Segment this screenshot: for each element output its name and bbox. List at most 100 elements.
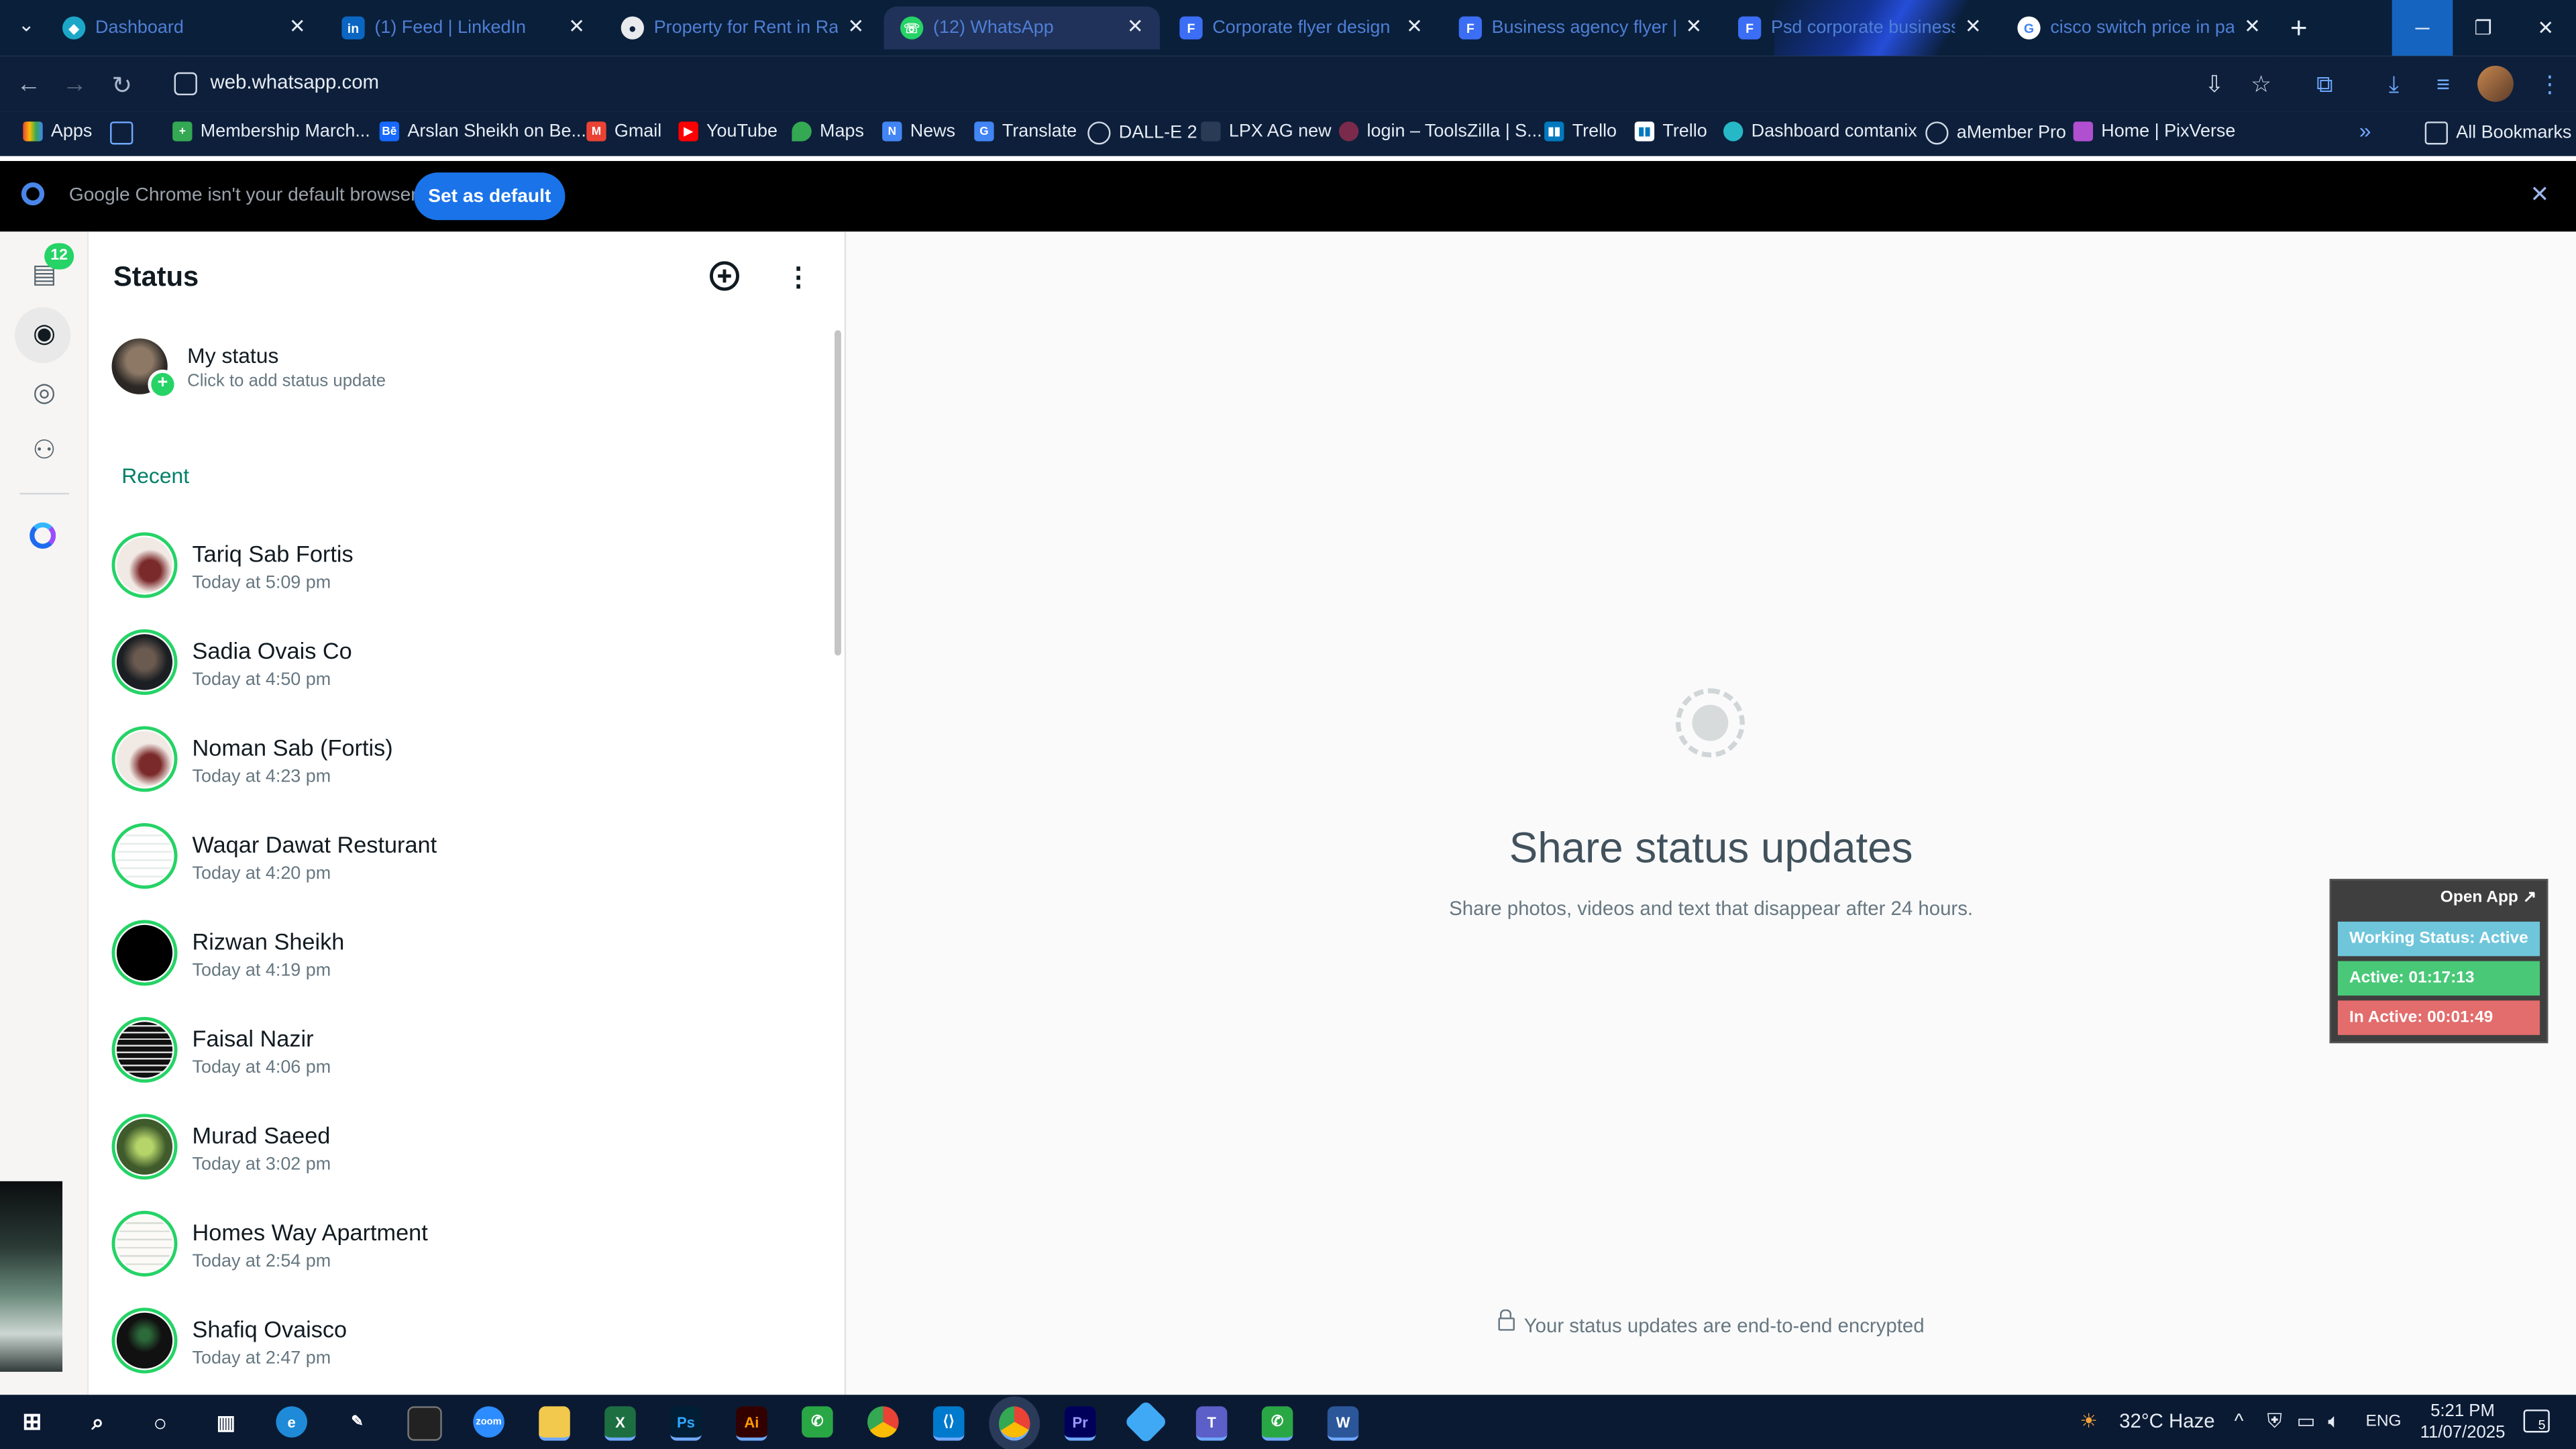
- bookmark-translate[interactable]: G Translate: [974, 121, 1077, 142]
- status-list-item[interactable]: Shafiq Ovaisco Today at 2:47 pm: [111, 1307, 802, 1395]
- bookmark-grid[interactable]: [110, 121, 142, 145]
- excel-icon[interactable]: X: [604, 1406, 636, 1441]
- task-view-icon[interactable]: ▥: [210, 1406, 241, 1438]
- photoshop-icon[interactable]: Ps: [670, 1406, 702, 1441]
- premiere-icon[interactable]: Pr: [1064, 1406, 1096, 1441]
- tray-chevron-icon[interactable]: ^: [2235, 1409, 2244, 1432]
- tab-close-icon[interactable]: ✕: [1406, 15, 1423, 38]
- weather-icon[interactable]: ☀: [2080, 1409, 2097, 1432]
- tab-cisco-search[interactable]: G cisco switch price in paki ✕: [2001, 7, 2277, 50]
- tab-business-agency-flyer[interactable]: F Business agency flyer | Pr ✕: [1442, 7, 1718, 50]
- chrome-menu-icon[interactable]: ⋮: [2538, 70, 2561, 99]
- tab-close-icon[interactable]: ✕: [1686, 15, 1703, 38]
- tab-psd-corporate[interactable]: F Psd corporate business fl ✕: [1722, 7, 1998, 50]
- tab-search-dropdown-icon[interactable]: ⌄: [10, 13, 43, 43]
- status-list-item[interactable]: Noman Sab (Fortis) Today at 4:23 pm: [111, 726, 802, 821]
- network-icon[interactable]: ▭: [2297, 1409, 2316, 1432]
- profile-avatar[interactable]: [2477, 65, 2514, 102]
- infobar-close-icon[interactable]: ✕: [2530, 180, 2549, 209]
- my-status-row[interactable]: + My status Click to add status update: [111, 335, 802, 401]
- close-window-icon[interactable]: ✕: [2515, 0, 2576, 56]
- bookmark-maps[interactable]: Maps: [792, 121, 864, 142]
- extensions-icon[interactable]: ⧉: [2316, 70, 2332, 99]
- back-arrow-icon[interactable]: ←: [16, 70, 41, 99]
- tab-close-icon[interactable]: ✕: [2244, 15, 2261, 38]
- tray-app-icon[interactable]: ⛨: [2267, 1409, 2282, 1434]
- illustrator-icon[interactable]: Ai: [736, 1406, 767, 1441]
- status-list-item[interactable]: Waqar Dawat Resturant Today at 4:20 pm: [111, 822, 802, 918]
- vscode-icon[interactable]: ⟨⟩: [933, 1406, 965, 1441]
- notifications-icon[interactable]: 5: [2523, 1409, 2550, 1433]
- whatsapp-desktop-icon[interactable]: ✆: [802, 1406, 833, 1438]
- tab-dashboard[interactable]: ◆ Dashboard ✕: [46, 7, 322, 50]
- status-list-item[interactable]: Rizwan Sheikh Today at 4:19 pm: [111, 920, 802, 1015]
- bookmark-comtanix[interactable]: Dashboard comtanix: [1723, 121, 1917, 142]
- terminal-icon[interactable]: [407, 1406, 442, 1441]
- bookmark-behance[interactable]: Bē Arslan Sheikh on Be...: [379, 121, 586, 142]
- system-clock[interactable]: 5:21 PM 11/07/2025: [2414, 1401, 2512, 1444]
- word-icon[interactable]: W: [1327, 1406, 1359, 1441]
- restore-icon[interactable]: ❐: [2453, 0, 2514, 56]
- bookmark-membership[interactable]: + Membership March...: [172, 121, 370, 142]
- all-bookmarks-folder[interactable]: All Bookmarks: [2424, 121, 2571, 145]
- downloads-icon[interactable]: ⤓: [2389, 70, 2399, 99]
- add-status-icon[interactable]: [709, 261, 740, 291]
- open-app-link[interactable]: Open App ↗: [2440, 889, 2536, 907]
- chrome-active-icon[interactable]: [989, 1396, 1040, 1449]
- tab-linkedin[interactable]: in (1) Feed | LinkedIn ✕: [325, 7, 601, 50]
- bookmark-youtube[interactable]: ▶ YouTube: [678, 121, 777, 142]
- windows-start-icon[interactable]: ⊞: [16, 1406, 48, 1438]
- bookmark-gmail[interactable]: M Gmail: [586, 121, 661, 142]
- bookmark-apps[interactable]: Apps: [23, 121, 92, 142]
- bookmark-star-icon[interactable]: ☆: [2251, 70, 2271, 99]
- bookmark-pixverse[interactable]: Home | PixVerse: [2073, 121, 2235, 142]
- tab-whatsapp[interactable]: ☏ (12) WhatsApp ✕: [883, 6, 1160, 50]
- meta-ai-icon[interactable]: [30, 522, 56, 549]
- language-indicator[interactable]: ENG: [2366, 1413, 2402, 1431]
- cortana-icon[interactable]: ○: [145, 1406, 176, 1438]
- floating-video-thumbnail[interactable]: [0, 1181, 63, 1372]
- status-list-item[interactable]: Faisal Nazir Today at 4:06 pm: [111, 1016, 802, 1112]
- bookmark-trello-2[interactable]: ▮▮ Trello: [1634, 121, 1707, 142]
- tab-close-icon[interactable]: ✕: [289, 15, 306, 38]
- status-list-item[interactable]: Murad Saeed Today at 3:02 pm: [111, 1114, 802, 1209]
- bookmark-trello-1[interactable]: ▮▮ Trello: [1544, 121, 1617, 142]
- status-icon[interactable]: ◉: [26, 317, 62, 354]
- communities-icon[interactable]: ⚇: [26, 434, 62, 470]
- url-text[interactable]: web.whatsapp.com: [210, 70, 379, 93]
- bookmark-amember[interactable]: aMember Pro: [1925, 121, 2066, 145]
- tab-close-icon[interactable]: ✕: [1127, 15, 1144, 38]
- more-options-icon[interactable]: ⋮: [786, 261, 812, 294]
- install-app-icon[interactable]: ⇩: [2205, 70, 2224, 99]
- app-diamond-icon[interactable]: [1124, 1399, 1169, 1444]
- new-tab-icon[interactable]: +: [2290, 11, 2308, 46]
- tab-close-icon[interactable]: ✕: [1965, 15, 1982, 38]
- reload-icon[interactable]: ↻: [112, 70, 133, 101]
- weather-text[interactable]: 32°C Haze: [2119, 1409, 2214, 1432]
- tab-close-icon[interactable]: ✕: [568, 15, 585, 38]
- status-list-item[interactable]: Tariq Sab Fortis Today at 5:09 pm: [111, 532, 802, 627]
- forward-arrow-icon[interactable]: →: [62, 70, 87, 99]
- bookmark-news[interactable]: N News: [882, 121, 955, 142]
- volume-icon[interactable]: 🔈︎: [2328, 1409, 2340, 1434]
- status-list-item[interactable]: Homes Way Apartment Today at 2:54 pm: [111, 1210, 802, 1306]
- bookmark-lpx[interactable]: LPX AG new: [1201, 121, 1332, 142]
- more-bookmarks-chevron-icon[interactable]: »: [2359, 118, 2371, 143]
- whatsapp-business-icon[interactable]: ✆: [1261, 1406, 1293, 1441]
- tab-property[interactable]: ● Property for Rent in Rawal ✕: [604, 7, 880, 50]
- omnibox[interactable]: web.whatsapp.com: [158, 62, 2294, 105]
- site-info-icon[interactable]: [174, 72, 197, 96]
- bookmark-dalle[interactable]: DALL-E 2: [1087, 121, 1197, 145]
- status-list-item[interactable]: Sadia Ovais Co Today at 4:50 pm: [111, 629, 802, 724]
- edge-icon[interactable]: e: [276, 1406, 307, 1438]
- bookmark-toolszilla[interactable]: login – ToolsZilla | S...: [1338, 121, 1542, 142]
- zoom-icon[interactable]: zoom: [473, 1406, 504, 1438]
- minimize-icon[interactable]: ─: [2392, 0, 2453, 56]
- tab-corporate-flyer[interactable]: F Corporate flyer design | P ✕: [1163, 7, 1439, 50]
- channels-icon[interactable]: ◎: [26, 376, 62, 413]
- chrome-icon[interactable]: [867, 1406, 899, 1438]
- tab-close-icon[interactable]: ✕: [848, 15, 865, 38]
- reading-list-icon[interactable]: ≡: [2436, 70, 2450, 97]
- teams-icon[interactable]: T: [1195, 1406, 1228, 1441]
- file-explorer-icon[interactable]: [539, 1406, 570, 1441]
